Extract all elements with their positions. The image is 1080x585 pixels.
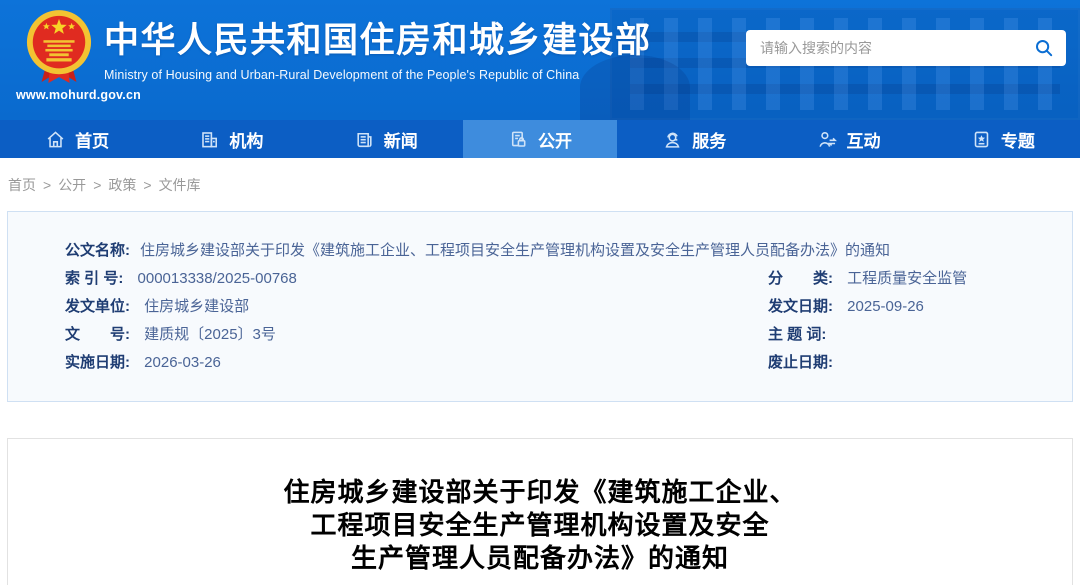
nav-item-label: 公开 xyxy=(538,127,572,152)
nav-item-label: 专题 xyxy=(1001,127,1035,152)
title-block: 中华人民共和国住房和城乡建设部 Ministry of Housing and … xyxy=(104,22,652,82)
nav-item-home[interactable]: 首页 xyxy=(0,120,154,158)
site-header: www.mohurd.gov.cn 中华人民共和国住房和城乡建设部 Minist… xyxy=(0,0,1080,120)
nav-item-topics[interactable]: 专题 xyxy=(926,120,1080,158)
breadcrumb-separator: > xyxy=(43,177,51,193)
subject-words-label: 主 题 词: xyxy=(768,326,826,343)
breadcrumb-item-disclosure[interactable]: 公开 xyxy=(58,175,86,195)
site-url: www.mohurd.gov.cn xyxy=(16,88,102,102)
news-icon xyxy=(354,129,375,150)
effective-date-label: 实施日期: xyxy=(65,354,130,371)
doc-number-value: 建质规〔2025〕3号 xyxy=(144,326,276,343)
doc-name-value: 住房城乡建设部关于印发《建筑施工企业、工程项目安全生产管理机构设置及安全生产管理… xyxy=(140,237,890,265)
index-number-value: 000013338/2025-00768 xyxy=(138,270,297,287)
search-box xyxy=(746,30,1066,66)
issuing-unit-label: 发文单位: xyxy=(65,298,130,315)
document-metadata-box: 公文名称: 住房城乡建设部关于印发《建筑施工企业、工程项目安全生产管理机构设置及… xyxy=(7,211,1073,402)
nav-item-interaction[interactable]: 互动 xyxy=(771,120,925,158)
interaction-icon xyxy=(817,129,838,150)
nav-item-news[interactable]: 新闻 xyxy=(309,120,463,158)
breadcrumb-item-policy[interactable]: 政策 xyxy=(108,175,136,195)
category-value: 工程质量安全监管 xyxy=(847,270,967,287)
site-title: 中华人民共和国住房和城乡建设部 xyxy=(104,22,652,61)
article-title-line: 住房城乡建设部关于印发《建筑施工企业、 xyxy=(8,476,1072,509)
meta-row-doc-name: 公文名称: 住房城乡建设部关于印发《建筑施工企业、工程项目安全生产管理机构设置及… xyxy=(65,237,1072,265)
search-button[interactable] xyxy=(1022,30,1066,66)
service-icon xyxy=(662,129,683,150)
nav-item-disclosure[interactable]: 公开 xyxy=(463,120,617,158)
topics-icon xyxy=(971,129,992,150)
site-subtitle: Ministry of Housing and Urban-Rural Deve… xyxy=(104,68,652,82)
breadcrumb-item-library[interactable]: 文件库 xyxy=(159,175,201,195)
breadcrumb-separator: > xyxy=(143,177,151,193)
main-nav: 首页 机构 新闻 公开 服务 xyxy=(0,120,1080,158)
site-logo[interactable]: www.mohurd.gov.cn xyxy=(16,8,102,102)
issuing-unit-value: 住房城乡建设部 xyxy=(144,298,249,315)
national-emblem-icon xyxy=(25,8,93,86)
index-number-label: 索 引 号: xyxy=(65,270,123,287)
disclosure-icon xyxy=(508,129,529,150)
nav-item-label: 新闻 xyxy=(384,127,418,152)
nav-item-label: 机构 xyxy=(229,127,263,152)
category-label: 分 类: xyxy=(768,270,833,287)
doc-number-label: 文 号: xyxy=(65,326,130,343)
meta-row: 文 号: 建质规〔2025〕3号 主 题 词: xyxy=(65,321,1072,349)
issue-date-value: 2025-09-26 xyxy=(847,298,924,315)
organization-icon xyxy=(199,129,220,150)
meta-row: 索 引 号: 000013338/2025-00768 分 类: 工程质量安全监… xyxy=(65,265,1072,293)
search-icon xyxy=(1034,38,1054,58)
nav-item-services[interactable]: 服务 xyxy=(617,120,771,158)
article-box: 住房城乡建设部关于印发《建筑施工企业、 工程项目安全生产管理机构设置及安全 生产… xyxy=(7,438,1073,585)
effective-date-value: 2026-03-26 xyxy=(144,354,221,371)
nav-item-organization[interactable]: 机构 xyxy=(154,120,308,158)
repeal-date-label: 废止日期: xyxy=(768,354,833,371)
breadcrumb: 首页 > 公开 > 政策 > 文件库 xyxy=(0,158,1080,211)
nav-item-label: 服务 xyxy=(692,127,726,152)
search-input[interactable] xyxy=(746,40,1022,56)
meta-row: 发文单位: 住房城乡建设部 发文日期: 2025-09-26 xyxy=(65,293,1072,321)
home-icon xyxy=(45,129,66,150)
breadcrumb-separator: > xyxy=(93,177,101,193)
article-title: 住房城乡建设部关于印发《建筑施工企业、 工程项目安全生产管理机构设置及安全 生产… xyxy=(8,476,1072,575)
nav-item-label: 互动 xyxy=(847,127,881,152)
breadcrumb-item-home[interactable]: 首页 xyxy=(8,175,36,195)
doc-name-label: 公文名称: xyxy=(65,237,130,265)
meta-row: 实施日期: 2026-03-26 废止日期: xyxy=(65,349,1072,377)
article-title-line: 工程项目安全生产管理机构设置及安全 xyxy=(8,509,1072,542)
article-title-line: 生产管理人员配备办法》的通知 xyxy=(8,542,1072,575)
nav-item-label: 首页 xyxy=(75,127,109,152)
issue-date-label: 发文日期: xyxy=(768,298,833,315)
